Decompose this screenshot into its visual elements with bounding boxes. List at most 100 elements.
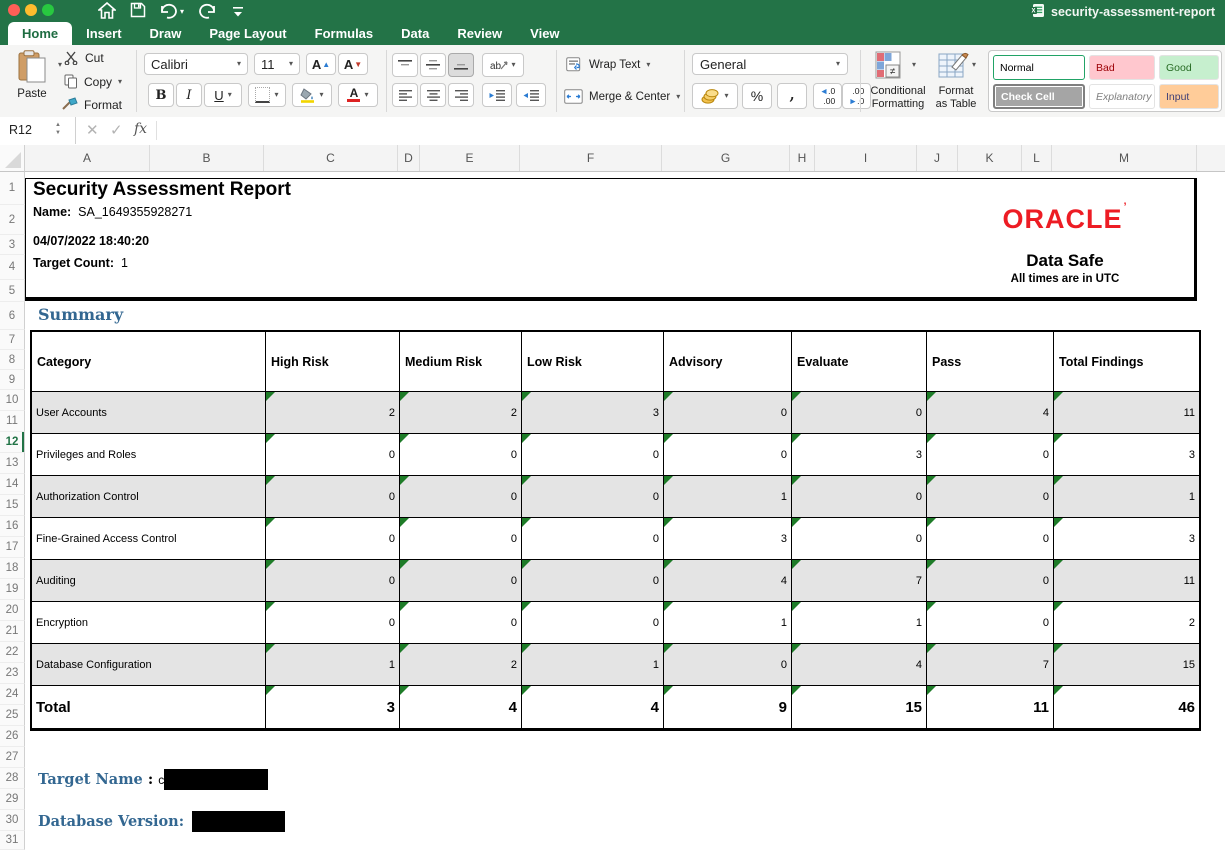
row-header-26[interactable]: 26 xyxy=(0,726,25,747)
borders-button[interactable]: ▾ xyxy=(248,83,286,107)
comma-style-button[interactable]: , xyxy=(777,83,807,109)
category-cell[interactable]: Authorization Control xyxy=(32,476,266,518)
conditional-formatting-button[interactable]: ≠ xyxy=(874,51,908,84)
fill-color-button[interactable]: ▾ xyxy=(292,83,332,107)
align-bottom-button[interactable] xyxy=(448,53,474,77)
confirm-entry-icon[interactable]: ✓ xyxy=(110,121,123,139)
value-cell[interactable]: 0 xyxy=(927,602,1054,644)
row-header-27[interactable]: 27 xyxy=(0,747,25,768)
row-header-14[interactable]: 14 xyxy=(0,474,25,495)
total-value-cell[interactable]: 15 xyxy=(792,686,927,728)
value-cell[interactable]: 0 xyxy=(400,518,522,560)
row-header-7[interactable]: 7 xyxy=(0,330,25,350)
column-header-G[interactable]: G xyxy=(662,145,790,171)
value-cell[interactable]: 3 xyxy=(1054,434,1199,476)
header-cell[interactable]: Medium Risk xyxy=(400,332,522,392)
bold-button[interactable]: B xyxy=(148,83,174,107)
value-cell[interactable]: 1 xyxy=(1054,476,1199,518)
copy-button[interactable]: Copy ▾ xyxy=(64,74,122,89)
align-center-button[interactable] xyxy=(420,83,446,107)
increase-indent-button[interactable] xyxy=(516,83,546,107)
row-header-4[interactable]: 4 xyxy=(0,255,25,280)
value-cell[interactable]: 0 xyxy=(266,518,400,560)
value-cell[interactable]: 7 xyxy=(927,644,1054,686)
column-header-A[interactable]: A xyxy=(25,145,150,171)
category-cell[interactable]: Privileges and Roles xyxy=(32,434,266,476)
header-cell[interactable]: Low Risk xyxy=(522,332,664,392)
column-header-C[interactable]: C xyxy=(264,145,398,171)
cell-style-normal[interactable]: Normal xyxy=(993,55,1085,80)
total-value-cell[interactable]: 46 xyxy=(1054,686,1199,728)
category-cell[interactable]: Auditing xyxy=(32,560,266,602)
minimize-window-button[interactable] xyxy=(25,4,37,16)
row-header-28[interactable]: 28 xyxy=(0,768,25,789)
column-header-E[interactable]: E xyxy=(420,145,520,171)
row-header-2[interactable]: 2 xyxy=(0,205,25,235)
row-header-15[interactable]: 15 xyxy=(0,495,25,516)
tab-page-layout[interactable]: Page Layout xyxy=(195,22,300,45)
column-header-B[interactable]: B xyxy=(150,145,264,171)
value-cell[interactable]: 0 xyxy=(522,602,664,644)
accounting-format-button[interactable]: ▾ xyxy=(692,83,738,109)
column-header-H[interactable]: H xyxy=(790,145,815,171)
tab-view[interactable]: View xyxy=(516,22,573,45)
value-cell[interactable]: 2 xyxy=(266,392,400,434)
value-cell[interactable]: 11 xyxy=(1054,560,1199,602)
close-window-button[interactable] xyxy=(8,4,20,16)
row-header-1[interactable]: 1 xyxy=(0,172,25,205)
increase-decimal-button[interactable]: ◄.0.00 xyxy=(813,83,842,109)
sheet-content[interactable]: Security Assessment Report Name: SA_1649… xyxy=(25,172,1225,850)
value-cell[interactable]: 3 xyxy=(522,392,664,434)
row-header-5[interactable]: 5 xyxy=(0,280,25,302)
row-header-13[interactable]: 13 xyxy=(0,453,25,474)
undo-dropdown-caret-icon[interactable]: ▾ xyxy=(180,7,184,16)
font-name-select[interactable]: Calibri▾ xyxy=(144,53,248,75)
insert-function-icon[interactable]: fx xyxy=(134,121,147,137)
value-cell[interactable]: 3 xyxy=(792,434,927,476)
cell-style-bad[interactable]: Bad xyxy=(1089,55,1155,80)
value-cell[interactable]: 1 xyxy=(664,476,792,518)
value-cell[interactable]: 2 xyxy=(1054,602,1199,644)
row-header-17[interactable]: 17 xyxy=(0,537,25,558)
percent-style-button[interactable]: % xyxy=(742,83,772,109)
value-cell[interactable]: 1 xyxy=(522,644,664,686)
save-icon[interactable] xyxy=(130,2,146,23)
undo-icon[interactable] xyxy=(158,2,178,24)
row-header-16[interactable]: 16 xyxy=(0,516,25,537)
row-header-25[interactable]: 25 xyxy=(0,705,25,726)
name-box[interactable]: R12 ▲▼ xyxy=(0,117,76,144)
font-size-select[interactable]: 11▾ xyxy=(254,53,300,75)
cell-style-explanatory-t-[interactable]: Explanatory T... xyxy=(1089,84,1155,109)
value-cell[interactable]: 0 xyxy=(522,476,664,518)
value-cell[interactable]: 4 xyxy=(792,644,927,686)
value-cell[interactable]: 0 xyxy=(266,560,400,602)
total-value-cell[interactable]: 4 xyxy=(400,686,522,728)
value-cell[interactable]: 0 xyxy=(522,434,664,476)
category-cell[interactable]: Database Configuration xyxy=(32,644,266,686)
value-cell[interactable]: 0 xyxy=(664,392,792,434)
cell-style-check-cell[interactable]: Check Cell xyxy=(993,84,1085,109)
column-header-I[interactable]: I xyxy=(815,145,917,171)
value-cell[interactable]: 4 xyxy=(664,560,792,602)
row-header-30[interactable]: 30 xyxy=(0,810,25,831)
align-top-button[interactable] xyxy=(392,53,418,77)
column-header-F[interactable]: F xyxy=(520,145,662,171)
number-format-select[interactable]: General▾ xyxy=(692,53,848,75)
font-color-button[interactable]: A ▾ xyxy=(338,83,378,107)
value-cell[interactable]: 7 xyxy=(792,560,927,602)
value-cell[interactable]: 0 xyxy=(266,434,400,476)
name-box-spinner[interactable]: ▲▼ xyxy=(55,121,61,138)
value-cell[interactable]: 3 xyxy=(664,518,792,560)
align-middle-button[interactable] xyxy=(420,53,446,77)
value-cell[interactable]: 0 xyxy=(664,434,792,476)
value-cell[interactable]: 2 xyxy=(400,644,522,686)
row-header-23[interactable]: 23 xyxy=(0,663,25,684)
italic-button[interactable]: I xyxy=(176,83,202,107)
value-cell[interactable]: 0 xyxy=(400,560,522,602)
column-header-K[interactable]: K xyxy=(958,145,1022,171)
align-left-button[interactable] xyxy=(392,83,418,107)
row-header-31[interactable]: 31 xyxy=(0,831,25,850)
row-header-21[interactable]: 21 xyxy=(0,621,25,642)
cut-button[interactable]: Cut xyxy=(64,51,104,65)
column-header-D[interactable]: D xyxy=(398,145,420,171)
